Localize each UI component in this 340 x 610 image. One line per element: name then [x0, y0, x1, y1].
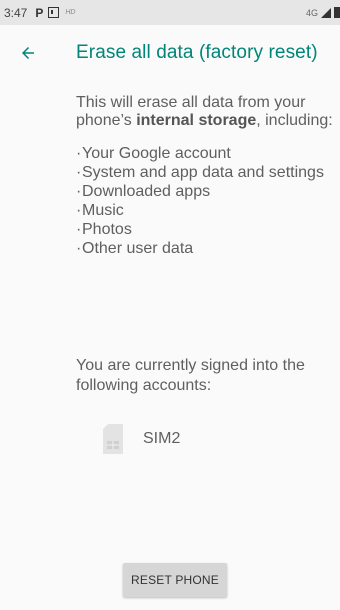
notification-p-icon: P [35, 5, 44, 20]
account-label: SIM2 [143, 430, 181, 447]
hd-voice-icon: HD [65, 9, 76, 16]
app-bar: Erase all data (factory reset) [0, 25, 340, 81]
list-item: Photos [76, 220, 336, 239]
intro-text: This will erase all data from your phone… [76, 94, 336, 130]
status-right-icons: 4G [306, 0, 340, 25]
page-title: Erase all data (factory reset) [76, 42, 318, 63]
battery-icon [334, 7, 340, 18]
arrow-left-icon [22, 47, 34, 59]
cell-signal-icon [321, 7, 331, 18]
account-row: SIM2 [102, 422, 180, 456]
back-button[interactable] [0, 25, 56, 81]
list-item: System and app data and settings [76, 163, 336, 182]
data-list: Your Google account System and app data … [76, 144, 336, 258]
list-item: Your Google account [76, 144, 336, 163]
notification-app-icon [48, 7, 60, 18]
status-time: 3:47 [4, 5, 28, 20]
reset-phone-button[interactable]: RESET PHONE [123, 563, 227, 597]
intro-bold: internal storage [136, 112, 257, 129]
sim-card-icon [103, 424, 123, 454]
list-item: Downloaded apps [76, 182, 336, 201]
description: This will erase all data from your phone… [76, 94, 336, 258]
network-type: 4G [305, 7, 318, 18]
intro-after: , including: [256, 112, 333, 129]
list-item: Other user data [76, 239, 336, 258]
accounts-text: You are currently signed into the follow… [76, 357, 305, 394]
list-item: Music [76, 201, 336, 220]
status-bar: 3:47 P HD 4G [0, 0, 340, 25]
